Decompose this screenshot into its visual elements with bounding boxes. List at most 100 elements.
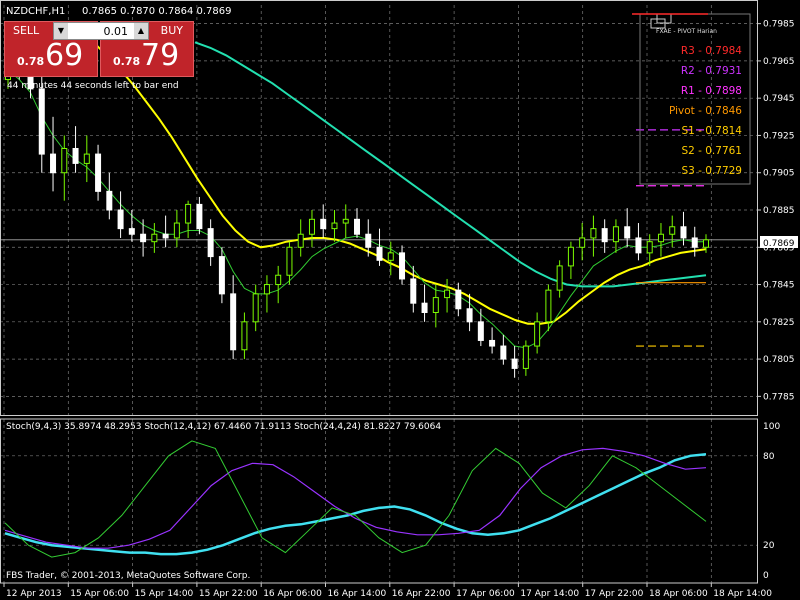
sell-price-small: 0.78 <box>17 55 45 68</box>
stoch-y-tick-label: 100 <box>763 422 780 432</box>
candle-body <box>432 297 439 314</box>
y-tick-label: 0.7985 <box>763 20 795 30</box>
candle-body <box>511 358 518 369</box>
candle-body <box>444 289 451 299</box>
one-click-trading-panel: SELL 0.78 69 BUY 0.78 79 ▼ 0.01 ▲ <box>4 21 194 77</box>
chart-canvas: 12 Apr 2013 15 Apr 06:00 15 Apr 14:00 15 Ap… <box>0 0 800 600</box>
candle-body <box>477 321 484 341</box>
candle-body <box>522 345 529 369</box>
x-tick-label: 15 Apr 22:00 <box>199 589 258 599</box>
lot-decrease-icon[interactable]: ▼ <box>54 23 68 39</box>
candle-body <box>173 222 180 239</box>
x-tick-label: 12 Apr 2013 <box>6 589 62 599</box>
candle-body <box>140 233 147 243</box>
candle-body <box>376 246 383 261</box>
stoch-y-tick-label: 80 <box>763 452 775 462</box>
pivot-level-label: Pivot - 0.7846 <box>669 105 742 117</box>
candle-body <box>151 233 158 243</box>
y-tick-label: 0.7785 <box>763 392 795 402</box>
candle-body <box>646 241 653 254</box>
sell-price-big: 69 <box>45 38 84 73</box>
candle-body <box>680 226 687 239</box>
candle-body <box>410 278 417 304</box>
candle-body <box>50 153 57 174</box>
x-tick-label: 18 Apr 06:00 <box>649 589 708 599</box>
y-tick-label: 0.7965 <box>763 57 795 67</box>
candle-body <box>567 246 574 267</box>
candle-body <box>703 239 709 248</box>
pivot-level-label: S1 - 0.7814 <box>681 125 742 137</box>
ohlc-label: 0.7865 0.7870 0.7864 0.7869 <box>82 6 232 17</box>
y-tick-label: 0.7845 <box>763 281 795 291</box>
x-tick-label: 17 Apr 14:00 <box>520 589 579 599</box>
candle-body <box>421 302 428 314</box>
lot-increase-icon[interactable]: ▲ <box>134 23 148 39</box>
candle-body <box>297 233 304 248</box>
pivot-level-label: R1 - 0.7898 <box>681 85 742 97</box>
candle-body <box>252 293 259 323</box>
stoch-y-tick-label: 20 <box>763 541 775 551</box>
stoch-y-tick-label: 0 <box>763 571 769 581</box>
symbol-label: NZDCHF,H1 <box>6 6 65 17</box>
pivot-level-label: S3 - 0.7729 <box>681 165 742 177</box>
y-tick-label: 0.7825 <box>763 318 795 328</box>
candle-body <box>399 252 406 280</box>
y-tick-label: 0.7885 <box>763 206 795 216</box>
candle-body <box>534 321 541 347</box>
pivot-panel-title: FXAE - PIVOT Harian <box>656 28 717 35</box>
current-price-label: 0.7869 <box>763 239 795 249</box>
candle-body <box>117 209 124 230</box>
buy-label: BUY <box>160 24 183 37</box>
candle-body <box>308 218 315 235</box>
candle-body <box>83 153 90 164</box>
y-tick-label: 0.7945 <box>763 94 795 104</box>
candle-body <box>545 289 552 323</box>
candle-body <box>241 321 248 351</box>
bar-timer-text: 44 minutes 44 seconds left to bar end <box>7 81 179 91</box>
candle-body <box>612 226 619 243</box>
y-tick-label: 0.7905 <box>763 169 795 179</box>
candle-body <box>207 228 214 258</box>
candle-body <box>579 237 586 248</box>
candle-body <box>657 233 664 243</box>
x-tick-label: 16 Apr 06:00 <box>263 589 322 599</box>
candle-body <box>489 339 496 347</box>
candle-body <box>466 308 473 323</box>
stoch-header: Stoch(9,4,3) 35.8974 48.2953 Stoch(12,4,… <box>6 422 441 432</box>
x-tick-label: 16 Apr 14:00 <box>328 589 387 599</box>
copyright: FBS Trader, © 2001-2013, MetaQuotes Soft… <box>6 571 250 581</box>
candle-body <box>320 218 327 230</box>
candle-body <box>455 289 462 310</box>
candle-body <box>230 293 237 351</box>
candle-body <box>196 203 203 230</box>
candle-body <box>365 233 372 248</box>
y-tick-label: 0.7925 <box>763 131 795 141</box>
candle-body <box>128 228 135 235</box>
candle-body <box>691 237 698 248</box>
candle-body <box>624 226 631 239</box>
pivot-level-label: R3 - 0.7984 <box>681 45 742 57</box>
candle-body <box>95 153 102 192</box>
pivot-level-label: R2 - 0.7931 <box>681 65 742 77</box>
x-tick-label: 18 Apr 14:00 <box>713 589 772 599</box>
candle-body <box>556 265 563 291</box>
lot-size-value: 0.01 <box>103 25 129 38</box>
candle-body <box>185 203 192 224</box>
x-tick-label: 17 Apr 06:00 <box>456 589 515 599</box>
x-tick-label: 16 Apr 22:00 <box>392 589 451 599</box>
lot-size-input[interactable]: ▼ 0.01 ▲ <box>53 22 149 40</box>
x-tick-label: 15 Apr 14:00 <box>135 589 194 599</box>
x-tick-label: 17 Apr 22:00 <box>585 589 644 599</box>
candle-body <box>286 246 293 276</box>
candle-body <box>61 148 68 174</box>
current-price-box: 0.7869 <box>760 236 798 249</box>
candle-body <box>162 233 169 239</box>
candle-body <box>500 345 507 360</box>
y-tick-label: 0.7805 <box>763 355 795 365</box>
candle-body <box>218 256 225 295</box>
candle-body <box>601 228 608 243</box>
candle-body <box>590 228 597 239</box>
candle-body <box>635 237 642 254</box>
candle-body <box>72 148 79 164</box>
candle-body <box>387 252 394 261</box>
